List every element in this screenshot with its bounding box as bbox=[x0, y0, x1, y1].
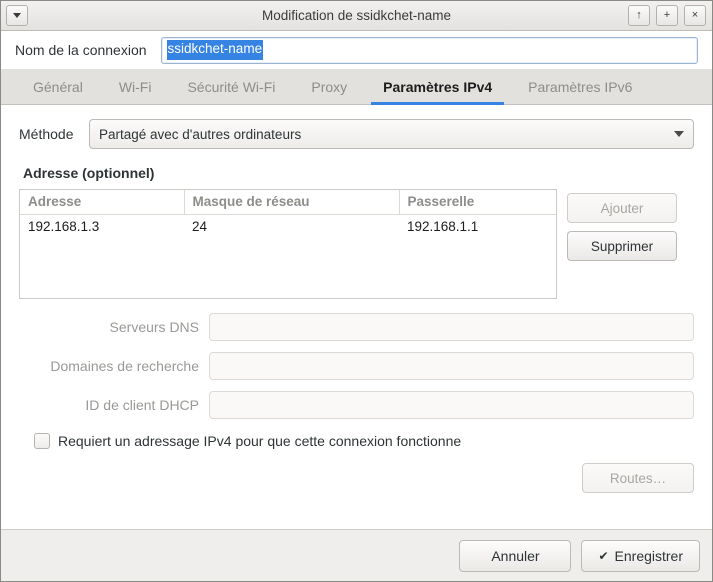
check-icon: ✔ bbox=[598, 548, 609, 563]
search-domains-row: Domaines de recherche bbox=[19, 352, 694, 380]
dhcp-client-id-input[interactable] bbox=[209, 391, 694, 419]
maximize-window-button[interactable]: + bbox=[656, 5, 678, 26]
method-selected-value: Partagé avec d'autres ordinateurs bbox=[99, 126, 302, 142]
address-section-title: Adresse (optionnel) bbox=[23, 165, 155, 181]
connection-name-label: Nom de la connexion bbox=[15, 42, 147, 58]
dns-servers-label: Serveurs DNS bbox=[109, 319, 199, 335]
chevron-down-icon bbox=[13, 13, 21, 18]
connection-name-value: ssidkchet-name bbox=[166, 40, 264, 60]
close-window-button[interactable]: × bbox=[684, 5, 706, 26]
method-row: Méthode Partagé avec d'autres ordinateur… bbox=[19, 119, 694, 149]
cell-netmask: 24 bbox=[192, 219, 208, 234]
window-title: Modification de ssidkchet-name bbox=[261, 8, 452, 23]
address-table-area: Adresse Masque de réseau Passerelle 192.… bbox=[19, 189, 694, 299]
connection-editor-window: Modification de ssidkchet-name ↑ + × Nom… bbox=[0, 0, 713, 582]
method-dropdown[interactable]: Partagé avec d'autres ordinateurs bbox=[89, 119, 694, 149]
dialog-action-bar: Annuler ✔ Enregistrer bbox=[1, 529, 712, 581]
routes-row: Routes… bbox=[19, 463, 694, 493]
dns-servers-row: Serveurs DNS bbox=[19, 313, 694, 341]
table-row[interactable]: 192.168.1.3 24 192.168.1.1 bbox=[20, 215, 556, 239]
save-button-label: Enregistrer bbox=[614, 547, 683, 564]
shade-window-button[interactable]: ↑ bbox=[628, 5, 650, 26]
save-button[interactable]: ✔ Enregistrer bbox=[581, 539, 700, 572]
require-ipv4-row[interactable]: Requiert un adressage IPv4 pour que cett… bbox=[34, 433, 694, 449]
search-domains-input[interactable] bbox=[209, 352, 694, 380]
tab-wifi[interactable]: Wi-Fi bbox=[101, 69, 170, 104]
dhcp-client-id-row: ID de client DHCP bbox=[19, 391, 694, 419]
tab-general[interactable]: Général bbox=[15, 69, 101, 104]
method-label: Méthode bbox=[19, 126, 74, 142]
routes-button[interactable]: Routes… bbox=[582, 463, 694, 493]
ipv4-settings-panel: Méthode Partagé avec d'autres ordinateur… bbox=[1, 105, 712, 529]
address-table: Adresse Masque de réseau Passerelle 192.… bbox=[20, 190, 556, 238]
address-table-buttons: Ajouter Supprimer bbox=[567, 189, 677, 261]
require-ipv4-checkbox[interactable] bbox=[34, 433, 50, 449]
tab-ipv6-settings[interactable]: Paramètres IPv6 bbox=[510, 69, 650, 104]
address-table-header-row: Adresse Masque de réseau Passerelle bbox=[20, 190, 556, 215]
window-menu-button-face[interactable] bbox=[6, 5, 28, 26]
cell-gateway: 192.168.1.1 bbox=[407, 219, 479, 234]
column-header-netmask[interactable]: Masque de réseau bbox=[184, 190, 400, 215]
column-header-gateway[interactable]: Passerelle bbox=[399, 190, 556, 215]
add-address-button[interactable]: Ajouter bbox=[567, 193, 677, 223]
cancel-button[interactable]: Annuler bbox=[459, 539, 572, 572]
tab-ipv4-settings[interactable]: Paramètres IPv4 bbox=[365, 69, 510, 105]
dns-fields: Serveurs DNS Domaines de recherche ID de… bbox=[19, 313, 694, 419]
cell-address: 192.168.1.3 bbox=[28, 219, 100, 234]
tab-bar: Général Wi-Fi Sécurité Wi-Fi Proxy Param… bbox=[1, 69, 712, 105]
tab-wifi-security[interactable]: Sécurité Wi-Fi bbox=[169, 69, 293, 104]
delete-address-button[interactable]: Supprimer bbox=[567, 231, 677, 261]
dns-servers-input[interactable] bbox=[209, 313, 694, 341]
require-ipv4-label: Requiert un adressage IPv4 pour que cett… bbox=[58, 433, 462, 449]
window-controls: ↑ + × bbox=[628, 5, 706, 26]
search-domains-label: Domaines de recherche bbox=[50, 358, 199, 374]
column-header-address[interactable]: Adresse bbox=[20, 190, 185, 215]
connection-name-row: Nom de la connexion ssidkchet-name bbox=[1, 31, 712, 69]
chevron-down-icon bbox=[674, 131, 684, 137]
window-menu-button[interactable] bbox=[6, 5, 28, 26]
connection-name-input[interactable]: ssidkchet-name bbox=[160, 36, 698, 64]
title-bar: Modification de ssidkchet-name ↑ + × bbox=[1, 1, 712, 31]
address-table-container[interactable]: Adresse Masque de réseau Passerelle 192.… bbox=[19, 189, 557, 299]
tab-proxy[interactable]: Proxy bbox=[293, 69, 365, 104]
dhcp-client-id-label: ID de client DHCP bbox=[85, 397, 199, 413]
